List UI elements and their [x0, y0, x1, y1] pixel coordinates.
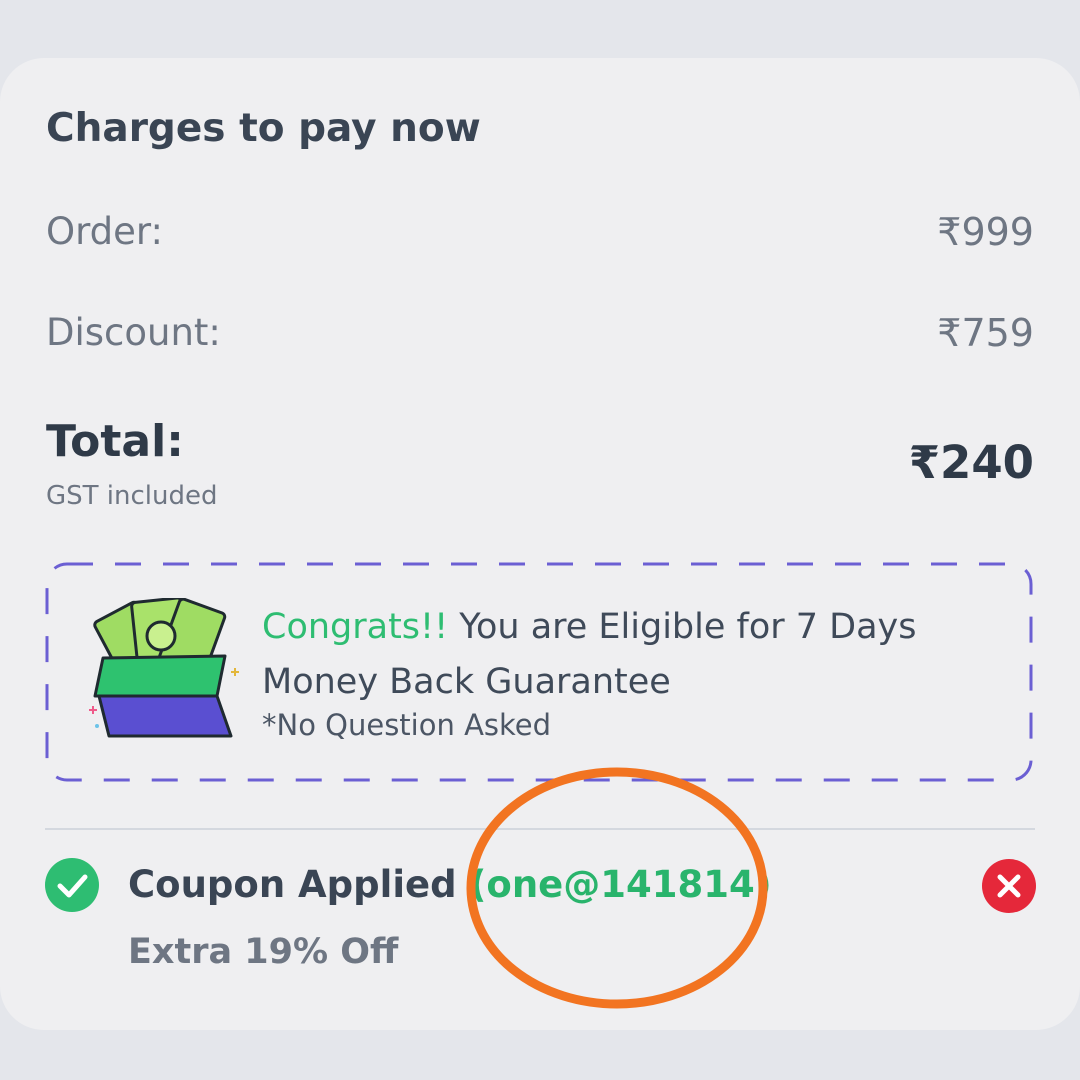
check-circle-icon [45, 858, 99, 912]
remove-coupon-button[interactable] [982, 859, 1036, 913]
discount-value: ₹759 [937, 311, 1034, 355]
congrats-text: Congrats!! [262, 607, 449, 647]
coupon-applied-line: Coupon Applied (one@141814) [128, 863, 772, 906]
total-value: ₹240 [908, 436, 1034, 489]
order-value: ₹999 [937, 210, 1034, 254]
coupon-code: (one@141814) [469, 863, 772, 906]
divider [45, 828, 1035, 830]
money-stack-icon [89, 598, 239, 738]
coupon-discount-text: Extra 19% Off [128, 932, 399, 972]
order-label: Order: [46, 210, 163, 253]
money-back-guarantee-banner: Congrats!! You are Eligible for 7 Days M… [45, 562, 1033, 782]
page-title: Charges to pay now [46, 106, 481, 151]
coupon-label: Coupon Applied [128, 863, 470, 906]
gst-note: GST included [46, 481, 218, 511]
guarantee-message: Congrats!! You are Eligible for 7 Days M… [262, 600, 1002, 710]
checkout-page: Charges to pay now Order: ₹999 Discount:… [0, 0, 1080, 1080]
discount-label: Discount: [46, 311, 221, 354]
total-label: Total: [46, 416, 184, 467]
guarantee-note: *No Question Asked [262, 708, 552, 742]
